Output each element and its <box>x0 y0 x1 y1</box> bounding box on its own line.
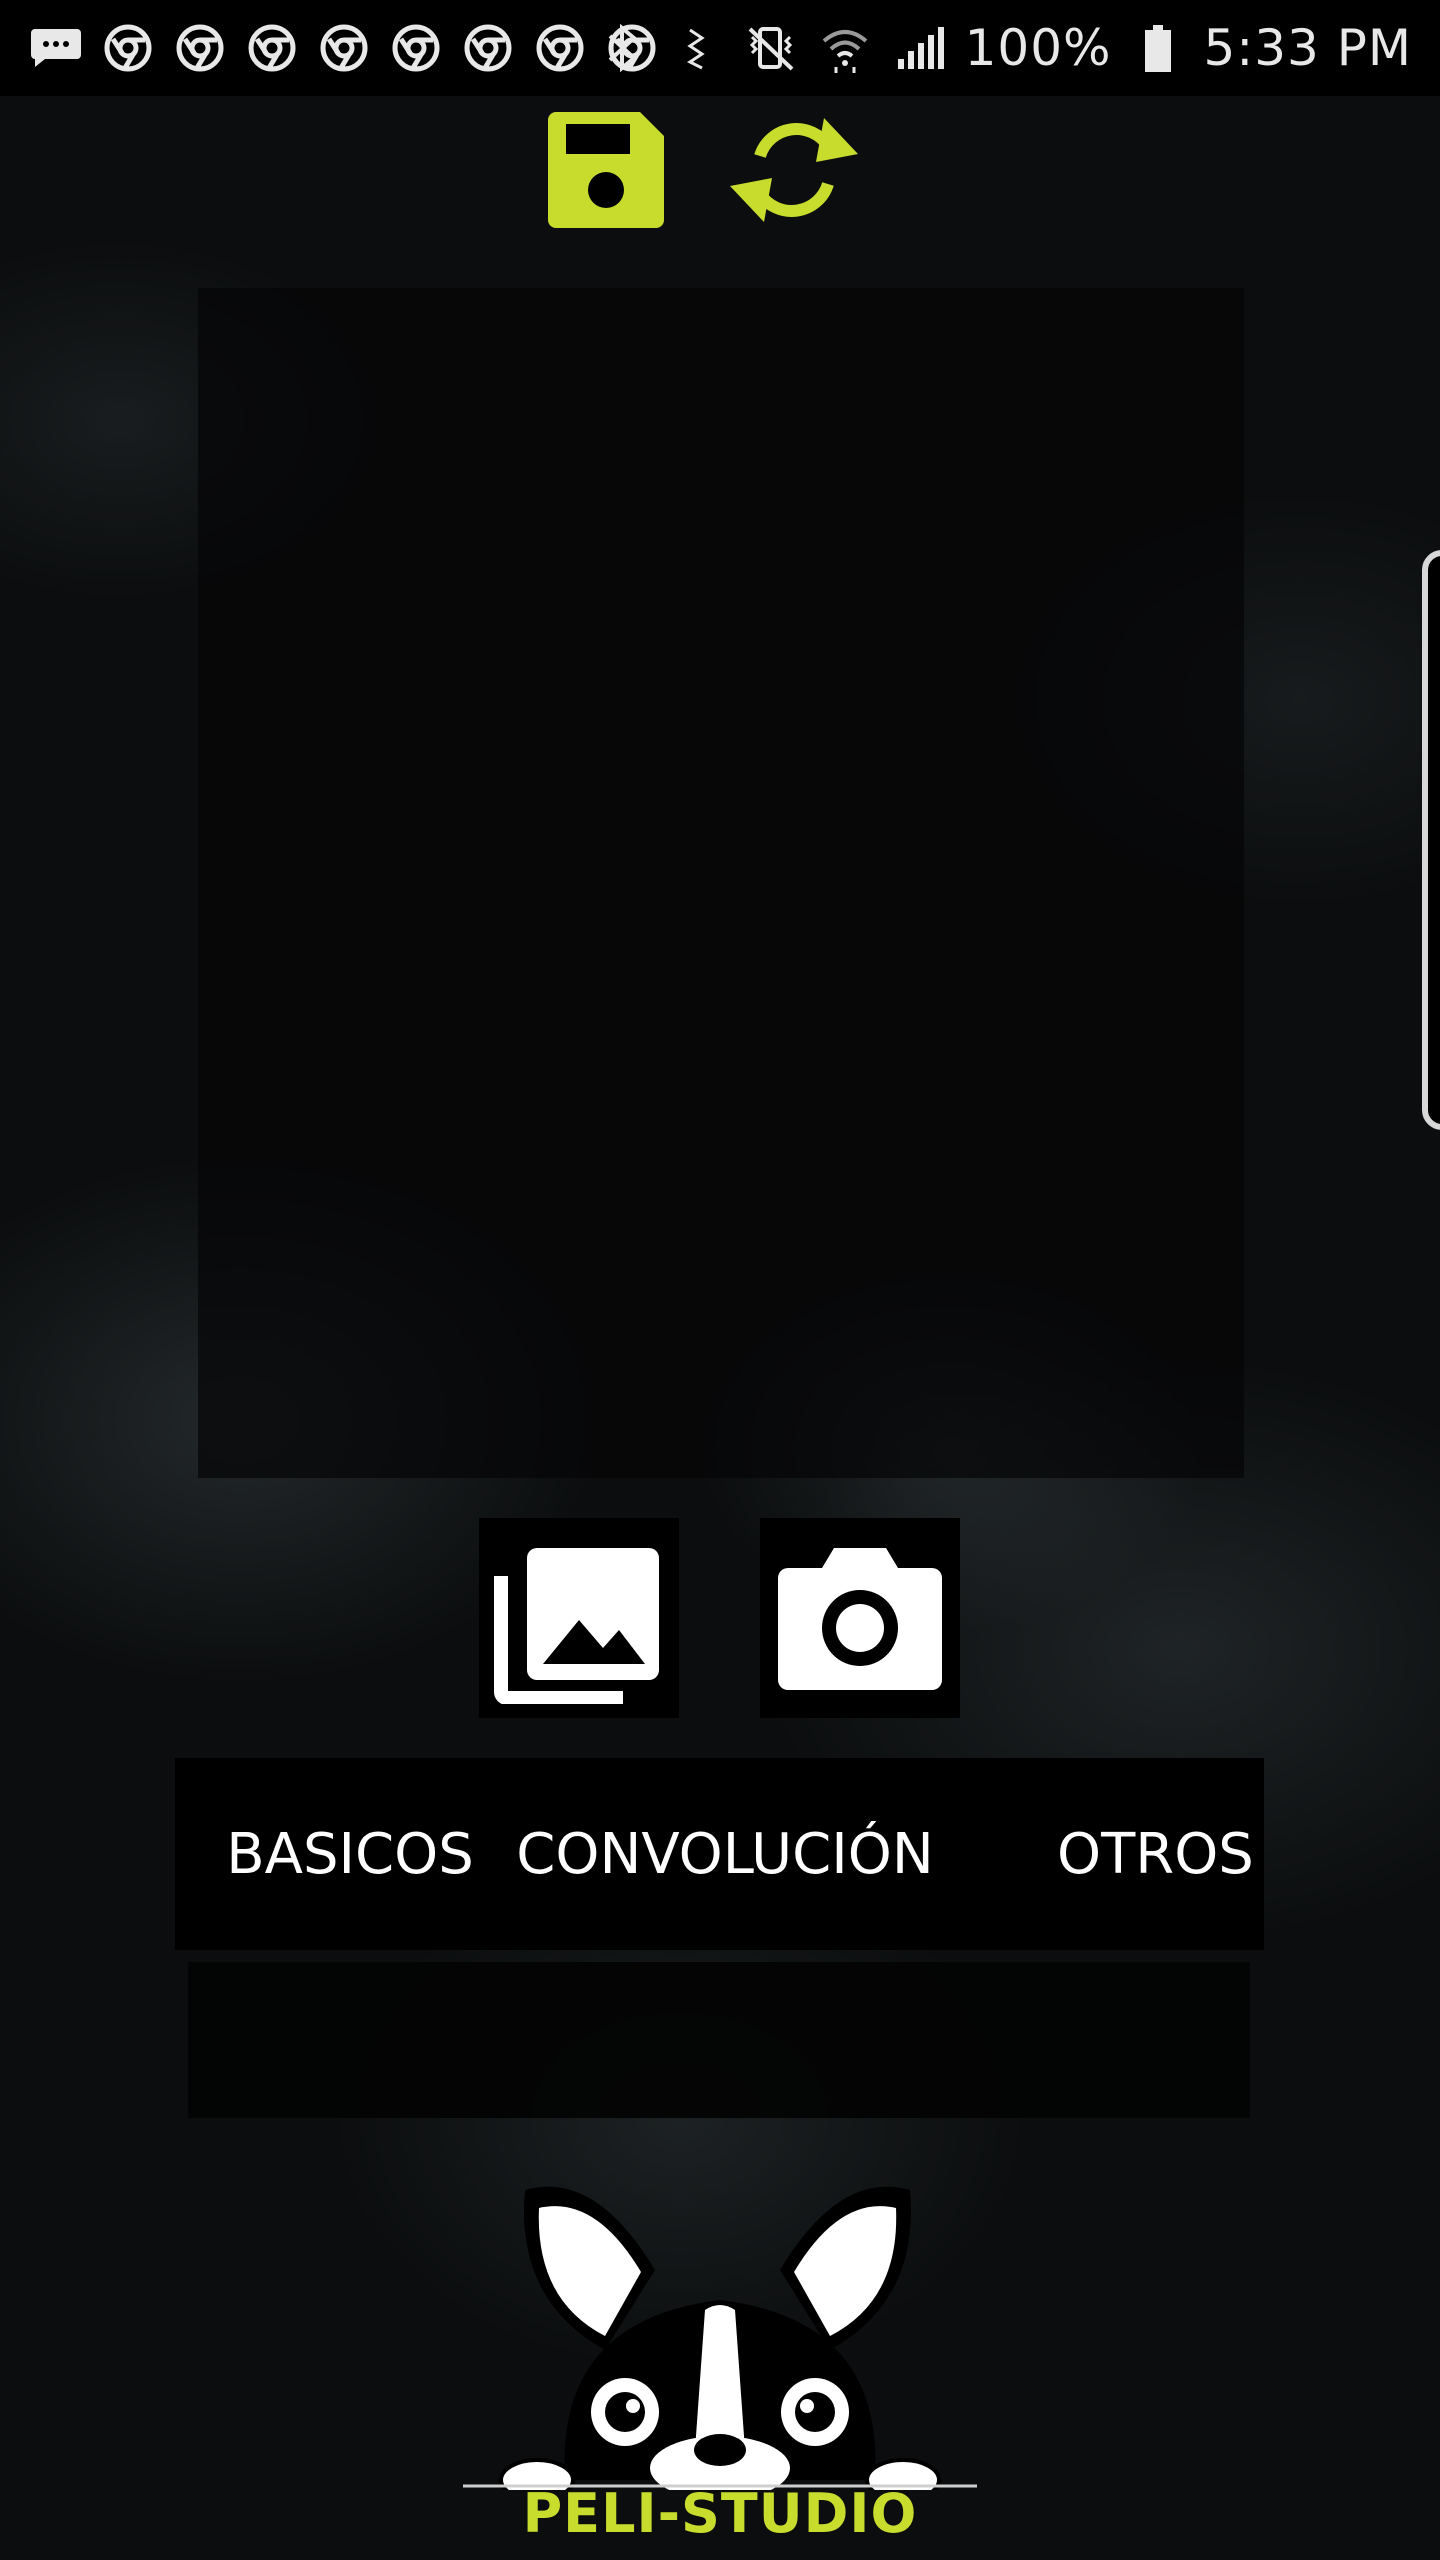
image-preview <box>198 288 1244 1478</box>
logo-text: PELI-STUDIO <box>522 2482 918 2545</box>
photo-library-icon <box>494 1548 659 1704</box>
signal-icon <box>891 20 947 76</box>
tab-basicos[interactable]: BASICOS <box>215 1758 485 1950</box>
nfc-icon <box>669 20 725 76</box>
chrome-icon <box>316 20 372 76</box>
bluetooth-icon <box>595 20 651 76</box>
wifi-icon <box>817 20 873 76</box>
filter-options-panel <box>188 1962 1250 2118</box>
chrome-icon <box>172 20 228 76</box>
refresh-button[interactable] <box>724 112 864 228</box>
chrome-icon <box>244 20 300 76</box>
system-status: 100% 5:33 PM <box>595 14 1412 82</box>
edge-panel-handle[interactable] <box>1422 550 1440 1130</box>
gallery-button[interactable] <box>479 1518 679 1718</box>
app-logo: PELI-STUDIO <box>455 2150 985 2550</box>
notification-icons <box>28 20 660 76</box>
vibrate-icon <box>743 20 799 76</box>
chrome-icon <box>460 20 516 76</box>
tab-otros[interactable]: OTROS <box>975 1758 1440 1950</box>
save-button[interactable] <box>548 112 664 228</box>
french-bulldog-icon <box>463 2186 977 2502</box>
status-bar: 100% 5:33 PM <box>0 0 1440 96</box>
messaging-icon <box>28 20 84 76</box>
chrome-icon <box>388 20 444 76</box>
chrome-icon <box>100 20 156 76</box>
chrome-icon <box>532 20 588 76</box>
battery-percent: 100% <box>964 19 1112 77</box>
camera-icon <box>778 1548 942 1690</box>
camera-button[interactable] <box>760 1518 960 1718</box>
refresh-icon <box>730 118 858 222</box>
clock: 5:33 PM <box>1203 19 1412 77</box>
battery-icon <box>1130 20 1186 76</box>
tab-convolucion[interactable]: CONVOLUCIÓN <box>505 1758 945 1950</box>
filter-tabs: BASICOS CONVOLUCIÓN OTROS <box>175 1758 1264 1950</box>
save-icon <box>548 112 664 228</box>
tab-otros-label: OTROS <box>1057 1821 1254 1887</box>
